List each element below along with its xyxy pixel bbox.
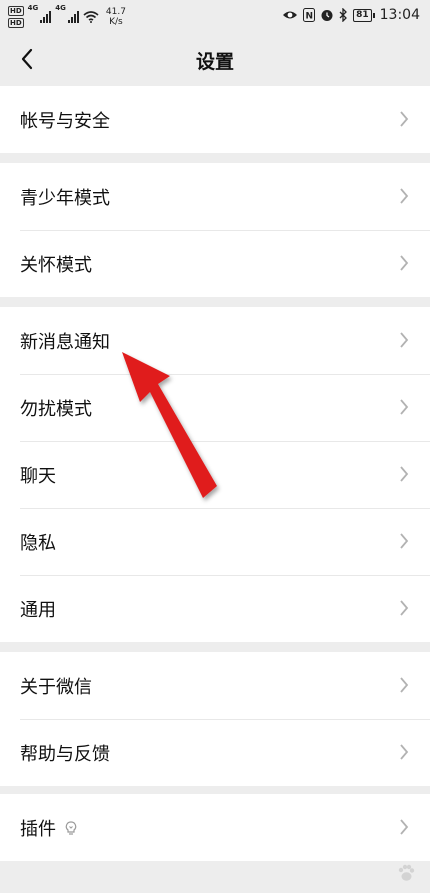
settings-item-label-wrap: 插件 <box>20 815 78 841</box>
settings-item-privacy[interactable]: 隐私 <box>0 508 430 575</box>
sim2-hd-badge: HD <box>8 18 24 28</box>
settings-item-youth-mode[interactable]: 青少年模式 <box>0 163 430 230</box>
sim-indicators: HD HD <box>8 6 24 28</box>
chevron-right-icon <box>400 188 409 204</box>
network-speed: 41.7 K/s <box>106 7 126 27</box>
settings-item-label: 青少年模式 <box>20 187 110 209</box>
settings-item-chat[interactable]: 聊天 <box>0 441 430 508</box>
chevron-right-icon <box>400 332 409 348</box>
status-bar-left: HD HD 4G 4G 41.7 K/s <box>8 4 126 30</box>
settings-item-label: 关怀模式 <box>20 254 92 276</box>
settings-item-do-not-disturb[interactable]: 勿扰模式 <box>0 374 430 441</box>
nfc-icon: N <box>303 8 316 22</box>
eye-icon <box>283 11 298 19</box>
svg-text:N: N <box>306 12 314 22</box>
settings-item-plugins[interactable]: 插件 <box>0 794 430 861</box>
settings-group-plugins: 插件 <box>0 794 430 861</box>
settings-item-label: 帮助与反馈 <box>20 743 110 765</box>
settings-group-account: 帐号与安全 <box>0 86 430 153</box>
settings-item-label: 插件 <box>20 818 56 840</box>
chevron-right-icon <box>400 819 409 835</box>
baidu-watermark <box>396 863 416 883</box>
wifi-icon <box>83 11 99 23</box>
settings-item-label: 新消息通知 <box>20 331 110 353</box>
plugin-icon <box>64 820 78 836</box>
status-bar: HD HD 4G 4G 41.7 K/s N 81 13:04 <box>0 0 430 34</box>
chevron-right-icon <box>400 255 409 271</box>
baidu-paw-icon <box>398 864 415 881</box>
settings-item-label: 帐号与安全 <box>20 110 110 132</box>
sim1-hd-badge: HD <box>8 6 24 16</box>
battery-icon: 81 <box>353 8 375 22</box>
nav-bar: 设置 <box>0 34 430 84</box>
battery-level: 81 <box>353 8 372 22</box>
settings-item-label: 通用 <box>20 599 56 621</box>
network-type-2: 4G <box>55 4 66 12</box>
settings-item-general[interactable]: 通用 <box>0 575 430 642</box>
network-speed-unit: K/s <box>109 17 123 27</box>
settings-item-label: 勿扰模式 <box>20 398 92 420</box>
chevron-right-icon <box>400 399 409 415</box>
settings-group-modes: 青少年模式 关怀模式 <box>0 163 430 297</box>
network-type-1: 4G <box>27 4 39 12</box>
signal-icon-2 <box>67 11 79 23</box>
chevron-right-icon <box>400 677 409 693</box>
chevron-right-icon <box>400 111 409 127</box>
status-time: 13:04 <box>379 7 420 23</box>
chevron-right-icon <box>400 744 409 760</box>
network-speed-value: 41.7 <box>105 7 126 17</box>
settings-item-label: 关于微信 <box>20 676 92 698</box>
settings-group-about: 关于微信 帮助与反馈 <box>0 652 430 786</box>
status-bar-right: N 81 13:04 <box>282 7 420 23</box>
alarm-icon <box>321 10 333 21</box>
chevron-right-icon <box>400 533 409 549</box>
settings-group-messaging: 新消息通知 勿扰模式 聊天 隐私 通用 <box>0 307 430 642</box>
page-title: 设置 <box>195 51 234 73</box>
settings-item-new-message-notification[interactable]: 新消息通知 <box>0 307 430 374</box>
bluetooth-icon <box>339 8 348 22</box>
chevron-right-icon <box>400 466 409 482</box>
settings-item-help-feedback[interactable]: 帮助与反馈 <box>0 719 430 786</box>
chevron-right-icon <box>400 600 409 616</box>
settings-item-care-mode[interactable]: 关怀模式 <box>0 230 430 297</box>
signal-icon-1 <box>40 11 52 23</box>
settings-item-about-wechat[interactable]: 关于微信 <box>0 652 430 719</box>
settings-item-label: 隐私 <box>20 532 56 554</box>
settings-item-account-security[interactable]: 帐号与安全 <box>0 86 430 153</box>
settings-item-label: 聊天 <box>20 465 56 487</box>
